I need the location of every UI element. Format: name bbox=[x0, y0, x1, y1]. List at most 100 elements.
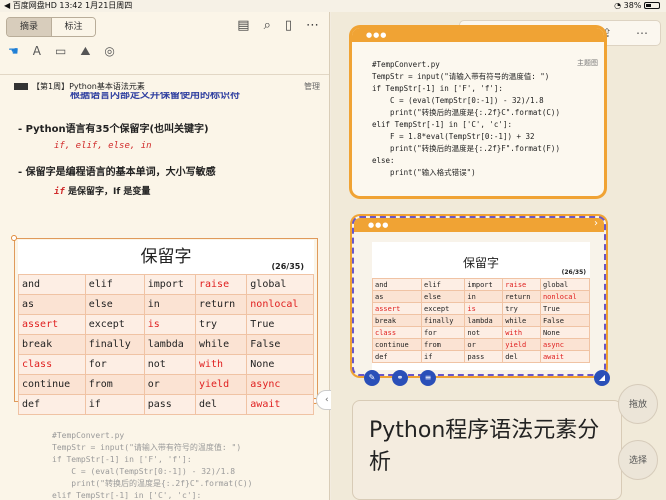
status-left-text: ◀ 百度网盘HD 13:42 1月21日周四 bbox=[4, 1, 133, 10]
pointer-tool-icon[interactable]: ☚ bbox=[8, 44, 19, 59]
keyword-cell: global bbox=[539, 278, 591, 291]
text-tool-icon[interactable]: A bbox=[33, 44, 41, 59]
keyword-cell: in bbox=[143, 294, 196, 315]
keyword-cell: else bbox=[84, 294, 145, 315]
code-line: F = 1.8*eval(TempStr[0:-1]) + 32 bbox=[372, 132, 535, 141]
keyword-row: break finally lambda while False bbox=[18, 334, 314, 355]
keyword-cell: class bbox=[371, 326, 423, 339]
keyword-cell: True bbox=[539, 302, 591, 315]
keywords-card[interactable]: ●●● › 保留字 (26/35) and elif import raise globa… bbox=[352, 216, 606, 376]
keyword-row: class for not with None bbox=[371, 326, 591, 339]
keyword-row: continue from or yield async bbox=[18, 374, 314, 395]
keyword-cell: for bbox=[84, 354, 145, 375]
mini-keyword-table: and elif import raise global as else in return no… bbox=[371, 278, 591, 363]
image-tool-icon[interactable]: ⛰ bbox=[80, 44, 90, 59]
mini-slide-count: (26/35) bbox=[561, 269, 586, 276]
topic-label: 主题图 bbox=[577, 59, 598, 67]
keyword-cell: await bbox=[246, 394, 314, 415]
card-header: ●●● bbox=[352, 28, 604, 42]
keyword-cell: yield bbox=[194, 374, 248, 395]
keyword-cell: continue bbox=[371, 338, 423, 351]
keyword-cell: def bbox=[371, 350, 423, 363]
keyword-cell: assert bbox=[18, 314, 86, 335]
divider bbox=[0, 74, 329, 75]
link-icon[interactable]: ⚭ bbox=[392, 370, 408, 386]
dots-icon: ●●● bbox=[366, 31, 388, 39]
note-1-keywords: if, elif, else, in bbox=[54, 141, 152, 151]
keyword-cell: as bbox=[18, 294, 86, 315]
keyword-cell: break bbox=[371, 314, 423, 327]
code-line: #TempConvert.py bbox=[52, 431, 125, 440]
manage-button[interactable]: 管理 bbox=[304, 80, 320, 94]
code-line: TempStr = input("请输入带有符号的温度值: ") bbox=[52, 443, 242, 452]
code-line: print("输入格式错误") bbox=[372, 168, 476, 177]
keyword-cell: if bbox=[84, 394, 145, 415]
resize-handle[interactable] bbox=[11, 235, 17, 241]
keyword-cell: async bbox=[246, 374, 314, 395]
code-line: if TempStr[-1] in ['F', 'f']: bbox=[372, 84, 503, 93]
more-icon[interactable]: ⋯ bbox=[636, 26, 648, 40]
search-icon[interactable]: ⌕ bbox=[264, 18, 271, 33]
excerpt-pane: 摘录 标注 ▤ ⌕ ▯ ⋯ ☚ A ▭ ⛰ ◎ 【第1周】Python基本语法元… bbox=[0, 12, 330, 500]
keyword-row: continue from or yield async bbox=[371, 338, 591, 351]
code-line: print("转换后的温度是{:.2f}C".format(C)) bbox=[52, 479, 253, 488]
keywords-slide-image: 保留字 (26/35) and elif import raise global as el… bbox=[18, 240, 314, 415]
chevron-right-icon[interactable]: › bbox=[594, 218, 598, 229]
tab-excerpt[interactable]: 摘录 bbox=[7, 18, 51, 36]
rectangle-tool-icon[interactable]: ▭ bbox=[55, 44, 66, 59]
keyword-row: as else in return nonlocal bbox=[371, 290, 591, 303]
battery-status: ◔ 38% bbox=[614, 0, 660, 12]
keyword-cell: def bbox=[18, 394, 86, 415]
topic-card[interactable]: Python程序语法元素分析 bbox=[352, 400, 622, 500]
battery-icon bbox=[644, 2, 660, 9]
tag-icon[interactable]: ≡ bbox=[420, 370, 436, 386]
topic-title: Python程序语法元素分析 bbox=[369, 418, 600, 475]
keyword-cell: and bbox=[371, 278, 423, 291]
more-icon[interactable]: ⋯ bbox=[306, 18, 319, 33]
resize-corner-icon[interactable]: ◢ bbox=[594, 370, 610, 386]
keyword-cell: with bbox=[194, 354, 248, 375]
keyword-cell: raise bbox=[194, 274, 248, 295]
code-line: elif TempStr[-1] in ['C', 'c']: bbox=[372, 120, 512, 129]
keyword-cell: is bbox=[464, 302, 504, 315]
tab-annotation[interactable]: 标注 bbox=[51, 18, 95, 36]
keyword-row: assert except is try True bbox=[18, 314, 314, 335]
keyword-cell: None bbox=[246, 354, 314, 375]
keyword-cell: import bbox=[143, 274, 196, 295]
keyword-cell: False bbox=[539, 314, 591, 327]
keyword-cell: finally bbox=[84, 334, 145, 355]
mode-tabs: 摘录 标注 bbox=[6, 17, 96, 37]
keyword-row: as else in return nonlocal bbox=[18, 294, 314, 315]
keyword-cell: lambda bbox=[464, 314, 504, 327]
document-icon[interactable]: ▤ bbox=[237, 18, 249, 33]
code-line: #TempConvert.py bbox=[372, 60, 440, 69]
keyword-cell: break bbox=[18, 334, 86, 355]
slide-title: 保留字 bbox=[140, 247, 192, 267]
keyword-cell: try bbox=[194, 314, 248, 335]
keyword-cell: pass bbox=[464, 350, 504, 363]
keyword-cell: nonlocal bbox=[246, 294, 314, 315]
annotation-tools: ☚ A ▭ ⛰ ◎ bbox=[8, 44, 115, 59]
keyword-cell: while bbox=[194, 334, 248, 355]
note-2-detail: if 是保留字，If 是变量 bbox=[54, 187, 151, 197]
select-button[interactable]: 选择 bbox=[618, 440, 658, 480]
card-header: ●●● › bbox=[354, 218, 604, 232]
note-2: - 保留字是编程语言的基本单词，大小写敏感 bbox=[18, 167, 216, 178]
code-card[interactable]: ●●● 主题图 #TempConvert.py TempStr = input("… bbox=[352, 28, 604, 196]
keyword-cell: except bbox=[421, 302, 466, 315]
keyword-cell: class bbox=[18, 354, 86, 375]
keyword-cell: is bbox=[143, 314, 196, 335]
code-line: TempStr = input("请输入带有符号的温度值: ") bbox=[372, 72, 550, 81]
keyword-cell: import bbox=[464, 278, 504, 291]
cropped-heading: 根据语言内部定义并保留使用的标识符 bbox=[70, 92, 240, 100]
bookmark-icon[interactable]: ▯ bbox=[285, 18, 292, 33]
keyword-cell: del bbox=[194, 394, 248, 415]
keyword-cell: in bbox=[464, 290, 504, 303]
keyword-row: class for not with None bbox=[18, 354, 314, 375]
lasso-tool-icon[interactable]: ◎ bbox=[104, 44, 114, 59]
comment-icon[interactable]: ✎ bbox=[364, 370, 380, 386]
keyword-cell: global bbox=[246, 274, 314, 295]
drag-button[interactable]: 拖放 bbox=[618, 384, 658, 424]
code-line: if TempStr[-1] in ['F', 'f']: bbox=[52, 455, 192, 464]
keyword-row: break finally lambda while False bbox=[371, 314, 591, 327]
